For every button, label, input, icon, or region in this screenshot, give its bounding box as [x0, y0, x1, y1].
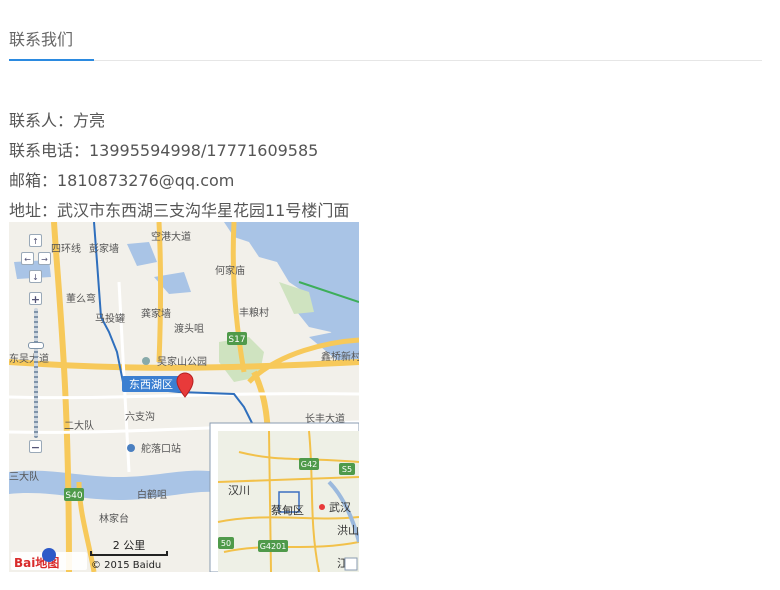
place-label: 何家庙	[215, 264, 245, 277]
place-label: 彭家墙	[89, 242, 119, 255]
place-label: 东吴大道	[9, 352, 49, 365]
pan-right-button[interactable]: →	[38, 252, 51, 265]
svg-text:东西湖区: 东西湖区	[129, 378, 173, 391]
svg-text:洪山: 洪山	[337, 523, 359, 537]
contact-email: 邮箱：1810873276@qq.com	[9, 171, 235, 190]
place-label: 丰粮村	[239, 306, 269, 319]
svg-text:50: 50	[221, 539, 231, 548]
place-label: 龚家墙	[141, 307, 171, 320]
highway-badge-s17: S17	[227, 332, 247, 345]
svg-text:S40: S40	[65, 491, 82, 501]
place-label: 四环线	[51, 242, 81, 255]
place-label: 董么弯	[66, 292, 96, 305]
place-label: 三大队	[9, 470, 39, 483]
pan-down-button[interactable]: ↓	[29, 270, 42, 283]
svg-text:2 公里: 2 公里	[113, 539, 146, 552]
pan-up-button[interactable]: ↑	[29, 234, 42, 247]
place-label: 鑫桥新村	[321, 350, 359, 363]
place-label: 渡头咀	[174, 322, 204, 335]
section-title-underline	[9, 59, 94, 61]
place-label: 白鹤咀	[137, 488, 167, 501]
place-label: 吴家山公园	[157, 355, 207, 368]
svg-text:汉川: 汉川	[228, 484, 250, 497]
section-title: 联系我们	[9, 30, 74, 49]
svg-text:G42: G42	[301, 460, 317, 469]
contact-address: 地址：武汉市东西湖三支沟华星花园11号楼门面	[9, 201, 350, 220]
district-label[interactable]: 东西湖区	[122, 376, 180, 392]
baidu-map[interactable]: S17 S40 彭家墙 何家庙 董么弯 马投罐 龚家墙 渡头咀 丰粮村 吴家山公…	[9, 222, 359, 572]
svg-text:S17: S17	[228, 335, 245, 345]
place-label: 空港大道	[151, 230, 191, 243]
zoom-slider-track[interactable]	[34, 308, 38, 438]
map-copyright: © 2015 Baidu	[91, 560, 161, 571]
overview-collapse-button[interactable]	[344, 557, 358, 571]
zoom-out-button[interactable]: −	[29, 440, 42, 454]
arrow-right-icon: →	[41, 255, 48, 264]
section-divider	[9, 60, 762, 61]
park-poi-icon	[142, 357, 150, 365]
overview-marker-icon	[319, 504, 325, 510]
place-label: 舵落口站	[141, 442, 181, 455]
place-label: 二大队	[64, 419, 94, 432]
contact-person: 联系人：方亮	[9, 111, 106, 130]
arrow-up-icon: ↑	[32, 237, 39, 246]
arrow-down-icon: ↓	[32, 273, 39, 282]
place-label: 林家台	[99, 512, 129, 525]
map-canvas[interactable]: S17 S40 彭家墙 何家庙 董么弯 马投罐 龚家墙 渡头咀 丰粮村 吴家山公…	[9, 222, 359, 572]
zoom-slider-handle[interactable]	[28, 342, 44, 349]
station-poi-icon	[127, 444, 135, 452]
road-konggang	[156, 222, 163, 363]
overview-map[interactable]: G42 S5 G4201 50 汉川 蔡甸区 武汉 洪山 江	[209, 422, 359, 572]
svg-text:蔡甸区: 蔡甸区	[271, 504, 304, 517]
zoom-in-button[interactable]: +	[29, 292, 42, 306]
svg-text:S5: S5	[342, 465, 352, 474]
pan-left-button[interactable]: ←	[21, 252, 34, 265]
highway-badge-s40: S40	[64, 488, 84, 501]
arrow-left-icon: ←	[24, 255, 31, 264]
svg-text:武汉: 武汉	[329, 501, 351, 514]
contact-phone: 联系电话：13995594998/17771609585	[9, 141, 319, 160]
place-label: 马投罐	[95, 312, 125, 325]
place-label: 六支沟	[125, 410, 155, 423]
svg-text:G4201: G4201	[260, 542, 287, 551]
